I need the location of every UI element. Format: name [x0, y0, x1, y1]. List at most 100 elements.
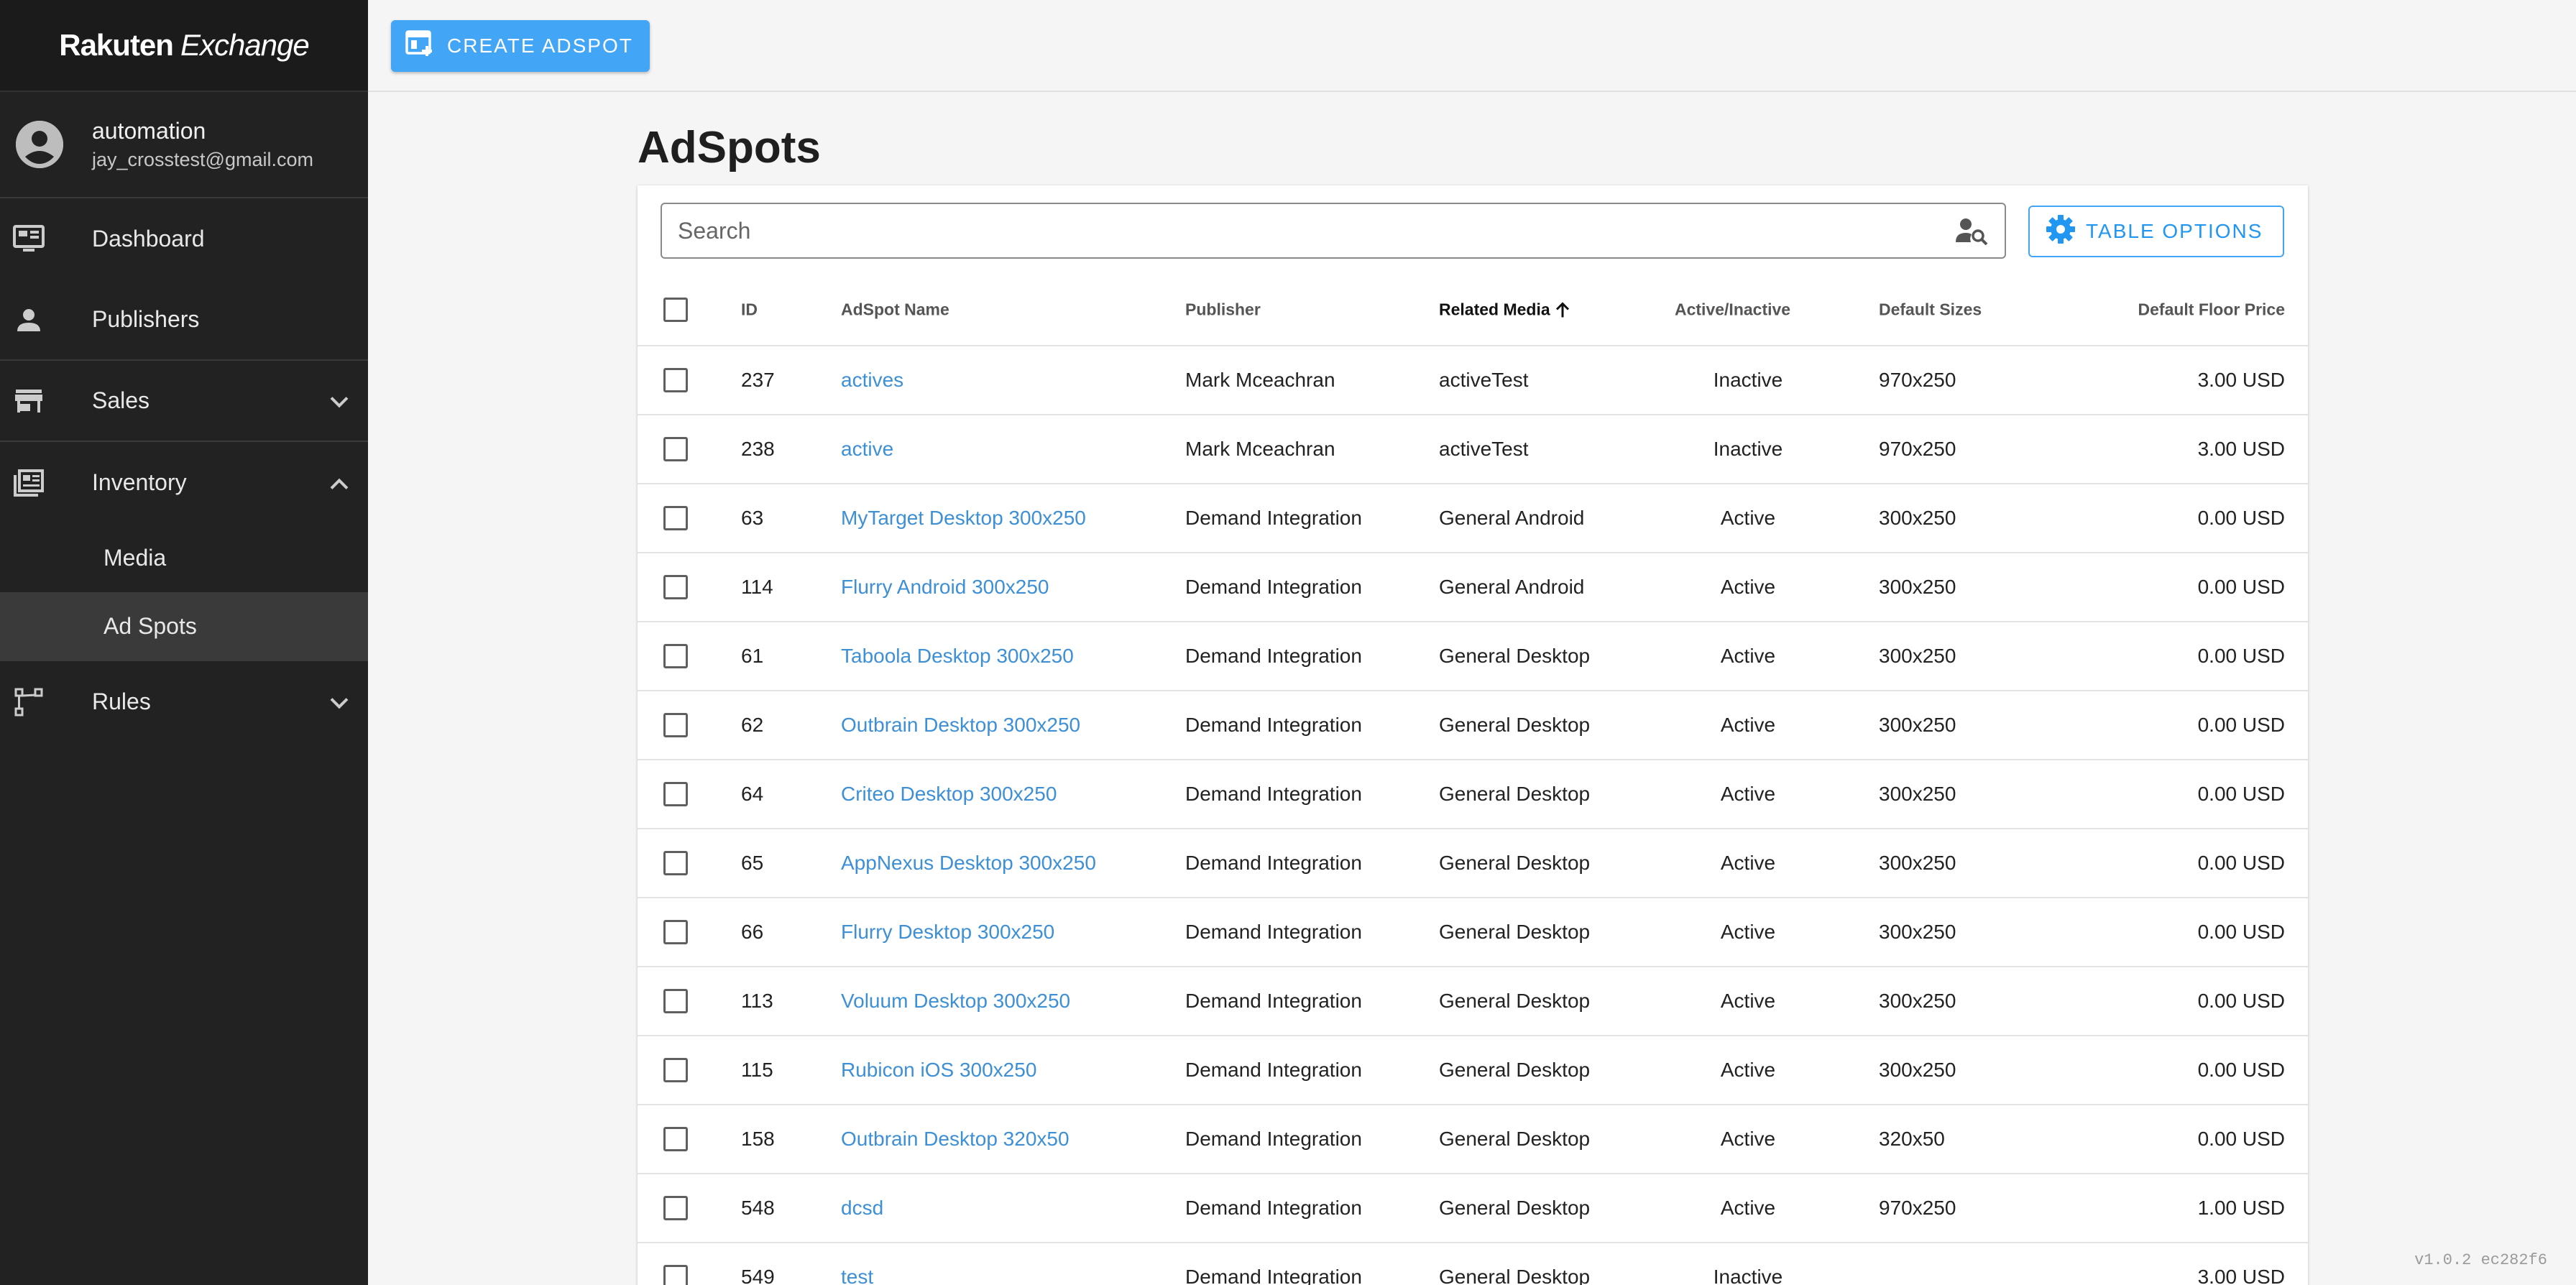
inventory-icon: [13, 467, 45, 499]
adspot-name-link[interactable]: Flurry Android 300x250: [841, 576, 1049, 599]
cell-publisher: Demand Integration: [1185, 1128, 1362, 1150]
adspot-name-link[interactable]: Criteo Desktop 300x250: [841, 783, 1057, 806]
cell-status: Active: [1720, 990, 1776, 1012]
sidebar-item-dashboard[interactable]: Dashboard: [0, 198, 368, 280]
adspot-name-link[interactable]: Outbrain Desktop 320x50: [841, 1128, 1070, 1151]
table-row[interactable]: 113 Voluum Desktop 300x250 Demand Integrat…: [638, 967, 2308, 1036]
column-header-publisher[interactable]: Publisher: [1185, 300, 1261, 320]
row-checkbox[interactable]: [663, 713, 688, 737]
column-header-related-media[interactable]: Related Media: [1439, 300, 1570, 320]
adspot-name-link[interactable]: AppNexus Desktop 300x250: [841, 852, 1096, 875]
row-checkbox[interactable]: [663, 1127, 688, 1151]
table-row[interactable]: 63 MyTarget Desktop 300x250 Demand Integra…: [638, 484, 2308, 553]
cell-default-sizes: 300x250: [1879, 783, 1956, 805]
person-search-icon[interactable]: [1950, 216, 1993, 245]
cell-publisher: Demand Integration: [1185, 783, 1362, 805]
cell-id: 238: [741, 438, 775, 460]
cell-publisher: Demand Integration: [1185, 852, 1362, 874]
version-label: v1.0.2 ec282f6: [2414, 1251, 2547, 1269]
adspot-name-link[interactable]: MyTarget Desktop 300x250: [841, 507, 1086, 530]
sidebar-item-media[interactable]: Media: [0, 523, 368, 592]
row-checkbox[interactable]: [663, 437, 688, 461]
cell-status: Active: [1720, 1197, 1776, 1219]
row-checkbox[interactable]: [663, 851, 688, 875]
row-checkbox[interactable]: [663, 989, 688, 1013]
table-row[interactable]: 238 active Mark Mceachran activeTest Inactiv…: [638, 415, 2308, 484]
sidebar-item-publishers[interactable]: Publishers: [0, 280, 368, 361]
user-profile[interactable]: automation jay_crosstest@gmail.com: [0, 92, 368, 198]
cell-related-media: activeTest: [1439, 438, 1529, 460]
cell-id: 65: [741, 852, 764, 874]
adspot-name-link[interactable]: Taboola Desktop 300x250: [841, 645, 1074, 668]
table-row[interactable]: 158 Outbrain Desktop 320x50 Demand Integra…: [638, 1105, 2308, 1174]
table-row[interactable]: 64 Criteo Desktop 300x250 Demand Integrati…: [638, 760, 2308, 829]
cell-status: Inactive: [1713, 438, 1783, 460]
table-row[interactable]: 62 Outbrain Desktop 300x250 Demand Integra…: [638, 691, 2308, 760]
sidebar-item-sales[interactable]: Sales: [0, 361, 368, 442]
dashboard-icon: [13, 224, 45, 255]
adspot-name-link[interactable]: active: [841, 438, 893, 461]
row-checkbox[interactable]: [663, 1265, 688, 1285]
column-header-name[interactable]: AdSpot Name: [841, 300, 949, 320]
sidebar-item-rules[interactable]: Rules: [0, 661, 368, 742]
adspot-name-link[interactable]: Rubicon iOS 300x250: [841, 1059, 1036, 1082]
table-header: ID AdSpot Name Publisher Related Media A…: [638, 275, 2308, 346]
adspot-name-link[interactable]: test: [841, 1266, 873, 1285]
row-checkbox[interactable]: [663, 782, 688, 806]
table-row[interactable]: 237 actives Mark Mceachran activeTest Inacti…: [638, 346, 2308, 415]
adspot-name-link[interactable]: Outbrain Desktop 300x250: [841, 714, 1080, 737]
sidebar-item-label: Rules: [92, 688, 151, 714]
column-header-id[interactable]: ID: [741, 300, 758, 320]
brand-logo-part1: Rakuten: [59, 28, 174, 62]
cell-status: Inactive: [1713, 369, 1783, 391]
create-adspot-button[interactable]: CREATE ADSPOT: [391, 20, 650, 72]
sidebar-item-inventory[interactable]: Inventory: [0, 442, 368, 523]
row-checkbox[interactable]: [663, 920, 688, 944]
table-row[interactable]: 114 Flurry Android 300x250 Demand Integrat…: [638, 553, 2308, 622]
table-options-button[interactable]: TABLE OPTIONS: [2028, 206, 2284, 257]
select-all-checkbox[interactable]: [663, 298, 688, 322]
adspot-name-link[interactable]: Flurry Desktop 300x250: [841, 921, 1054, 944]
table-row[interactable]: 115 Rubicon iOS 300x250 Demand Integration…: [638, 1036, 2308, 1105]
cell-related-media: General Desktop: [1439, 645, 1591, 667]
table-row[interactable]: 549 test Demand Integration General Desktop…: [638, 1243, 2308, 1285]
cell-floor-price: 0.00 USD: [2197, 714, 2285, 736]
adspot-name-link[interactable]: dcsd: [841, 1197, 883, 1220]
cell-publisher: Demand Integration: [1185, 714, 1362, 736]
cell-default-sizes: 300x250: [1879, 714, 1956, 736]
column-header-status[interactable]: Active/Inactive: [1675, 300, 1790, 320]
column-header-sizes[interactable]: Default Sizes: [1879, 300, 1982, 320]
cell-status: Active: [1720, 921, 1776, 943]
row-checkbox[interactable]: [663, 368, 688, 392]
table-row[interactable]: 65 AppNexus Desktop 300x250 Demand Integra…: [638, 829, 2308, 898]
cell-status: Active: [1720, 783, 1776, 805]
brand-logo[interactable]: Rakuten Exchange: [0, 0, 368, 92]
row-checkbox[interactable]: [663, 644, 688, 668]
row-checkbox[interactable]: [663, 1058, 688, 1082]
table-row[interactable]: 61 Taboola Desktop 300x250 Demand Integrat…: [638, 622, 2308, 691]
cell-default-sizes: 300x250: [1879, 576, 1956, 598]
sidebar-item-label: Dashboard: [92, 226, 205, 252]
column-header-price[interactable]: Default Floor Price: [2138, 300, 2285, 320]
row-checkbox[interactable]: [663, 506, 688, 530]
cell-floor-price: 0.00 USD: [2197, 645, 2285, 667]
cell-default-sizes: 970x250: [1879, 369, 1956, 391]
adspot-name-link[interactable]: actives: [841, 369, 903, 392]
table-row[interactable]: 66 Flurry Desktop 300x250 Demand Integrati…: [638, 898, 2308, 967]
user-info: automation jay_crosstest@gmail.com: [92, 118, 313, 171]
cell-default-sizes: 300x250: [1879, 852, 1956, 874]
cell-status: Active: [1720, 852, 1776, 874]
cell-id: 113: [741, 990, 773, 1012]
cell-id: 549: [741, 1266, 775, 1285]
adspot-name-link[interactable]: Voluum Desktop 300x250: [841, 990, 1070, 1013]
cell-default-sizes: 300x250: [1879, 990, 1956, 1012]
column-header-related-media-label: Related Media: [1439, 300, 1550, 319]
row-checkbox[interactable]: [663, 1196, 688, 1220]
cell-status: Inactive: [1713, 1266, 1783, 1285]
sidebar-item-ad-spots[interactable]: Ad Spots: [0, 592, 368, 661]
row-checkbox[interactable]: [663, 575, 688, 599]
cell-publisher: Demand Integration: [1185, 1197, 1362, 1219]
add-adspot-icon: [405, 29, 434, 63]
search-input[interactable]: [662, 204, 1950, 257]
table-row[interactable]: 548 dcsd Demand Integration General Desktop…: [638, 1174, 2308, 1243]
